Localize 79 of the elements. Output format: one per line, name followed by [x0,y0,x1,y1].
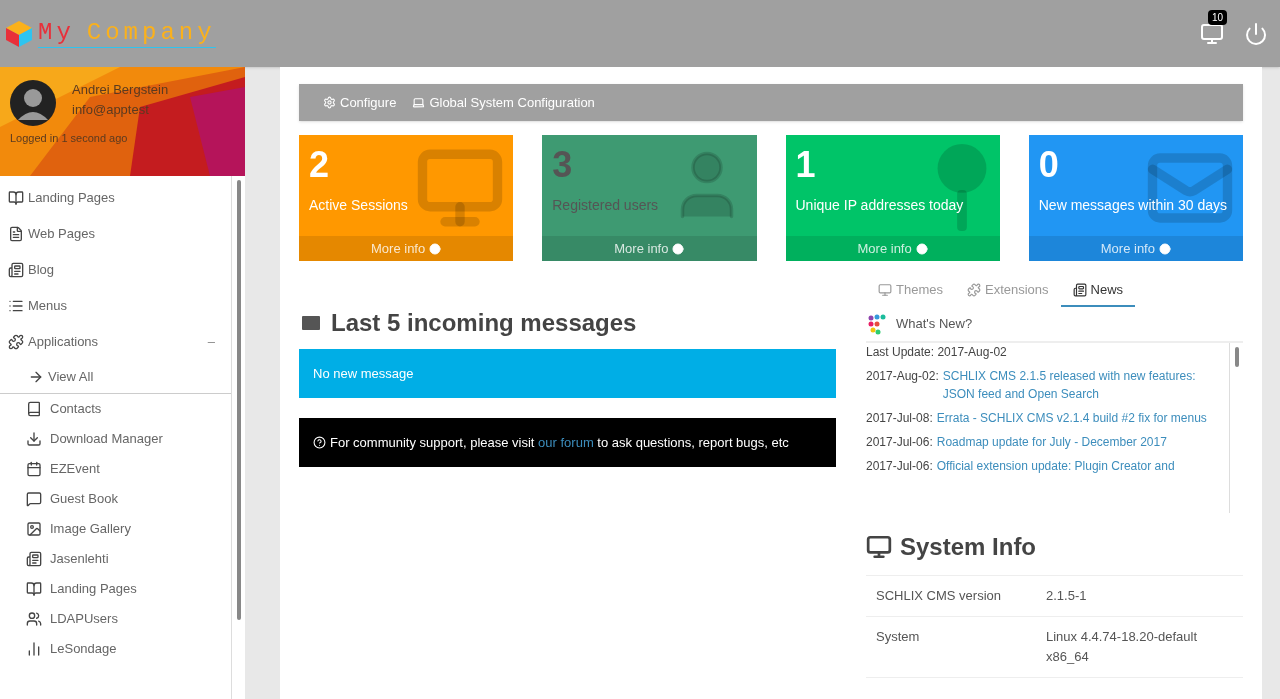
stat-label: Registered users [551,196,660,215]
news-link[interactable]: SCHLIX CMS 2.1.5 released with new features: JSON feed and Open Search [942,367,1229,403]
sidebar-subitem[interactable]: Contacts [0,394,231,424]
stat-value: 0 [1037,143,1060,187]
info-label: System [876,628,921,646]
newspaper-icon [26,551,42,567]
news-date: 2017-Jul-08: [866,410,933,427]
chart-icon [26,641,42,657]
login-status: Logged in 1 second ago [10,131,129,146]
stat-label: Active Sessions [308,196,409,215]
user-email: info@apptest [72,101,150,119]
sidebar-item[interactable]: Menus [0,288,231,324]
user-name: Andrei Bergstein [72,81,169,99]
tab[interactable]: News [1060,275,1136,307]
settings-icon [323,96,336,109]
stat-value: 1 [794,143,817,187]
sidebar-subitem[interactable]: LeSondage [0,634,231,664]
sidebar-subitem[interactable]: Jasenlehti [0,544,231,574]
section-heading: Last 5 incoming messages [331,308,637,338]
last-update: Last Update: 2017-Aug-02 [866,344,1008,361]
book-icon [26,581,42,597]
book-icon [26,401,42,417]
sidebar-subitem[interactable]: Image Gallery [0,514,231,544]
section-heading: System Info [900,532,1037,562]
stat-label: Unique IP addresses today [794,196,965,215]
power-icon[interactable] [1244,21,1268,46]
chat-icon [26,491,42,507]
sidebar-subitem[interactable]: LDAPUsers [0,604,231,634]
message-notice: No new message [299,349,836,398]
laptop-icon [412,96,426,109]
news-title: What's New? [896,315,973,334]
news-date: 2017-Aug-02: [866,368,939,385]
stat-value: 2 [308,143,331,187]
monitor-icon[interactable] [1200,21,1224,46]
more-info-link[interactable]: More info [1028,236,1243,261]
news-link[interactable]: Roadmap update for July - December 2017 [936,433,1167,451]
info-value: Linux 4.4.74-18.20-default x86_64 [1046,628,1199,666]
sidebar-item[interactable]: Applications – [0,324,231,360]
logo-text: My [38,19,75,47]
stat-label: New messages within 30 days [1037,196,1229,215]
notification-badge: 10 [1208,9,1228,25]
news-date: 2017-Jul-06: [866,458,933,475]
stat-value: 3 [551,143,574,187]
newspaper-icon [8,262,24,278]
scrollbar[interactable] [1234,347,1239,367]
download-icon [26,431,42,447]
more-info-link[interactable]: More info [542,236,757,261]
monitor-icon [878,283,892,297]
image-icon [26,521,42,537]
calendar-icon [26,461,42,477]
avatar-icon [10,80,56,126]
sidebar-subitem[interactable]: Download Manager [0,424,231,454]
info-value: 2.1.5-1 [1046,587,1088,605]
info-label: SCHLIX CMS version [876,587,1002,605]
sidebar-item[interactable]: Blog [0,252,231,288]
newspaper-icon [1072,283,1087,297]
news-link[interactable]: Errata - SCHLIX CMS v2.1.4 build #2 fix for menus [936,409,1207,427]
sidebar-subitem[interactable]: Landing Pages [0,574,231,604]
news-link[interactable]: Official extension update: Plugin Creator and [936,457,1175,475]
community-note: For community support, please visit our forum to ask questions, report bugs, etc [330,433,789,452]
dots-logo-icon [866,313,888,335]
sidebar-item[interactable]: Web Pages [0,216,231,252]
sidebar-subitem[interactable]: EZEvent [0,454,231,484]
scrollbar[interactable] [236,180,241,620]
document-icon [8,226,24,242]
monitor-icon [866,534,892,560]
logo-text: Company [86,19,216,47]
puzzle-icon [966,283,981,297]
collapse-toggle[interactable]: – [207,332,215,352]
cube-logo-icon [4,18,34,49]
book-icon [8,190,24,206]
sidebar-item[interactable]: Landing Pages [0,180,231,216]
list-icon [8,298,24,314]
sidebar-subitem[interactable]: Guest Book [0,484,231,514]
news-date: 2017-Jul-06: [866,434,933,451]
puzzle-icon [8,334,24,350]
users-icon [26,611,42,627]
help-icon [313,436,326,449]
forum-link[interactable]: our forum [538,434,594,450]
